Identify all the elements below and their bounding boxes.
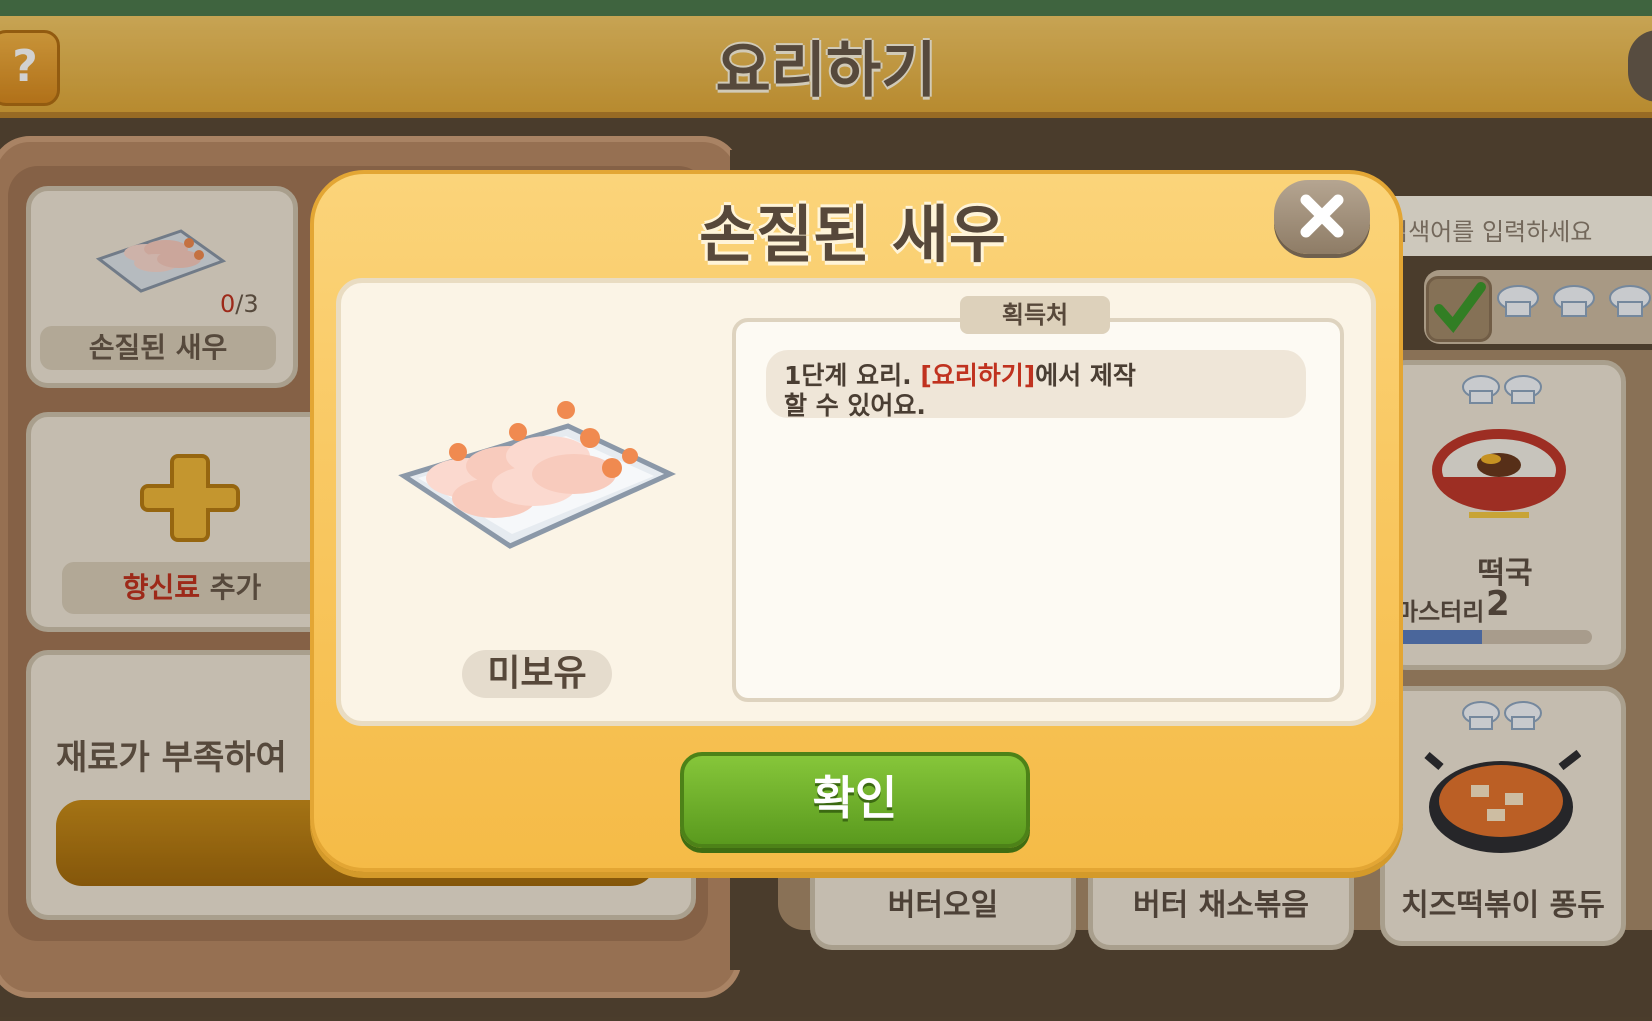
dialog-title: 손질된 새우: [699, 198, 1006, 271]
shrimp-tray-image: [398, 401, 676, 549]
ownership-status: 미보유: [462, 650, 612, 698]
acquisition-text-line2: 할 수 있어요.: [784, 391, 926, 420]
close-icon: [1300, 194, 1344, 238]
confirm-button[interactable]: 확인: [680, 752, 1030, 848]
close-button[interactable]: [1274, 180, 1370, 254]
cooking-link[interactable]: [요리하기]: [920, 361, 1035, 390]
acquisition-tab: 획득처: [960, 296, 1110, 334]
